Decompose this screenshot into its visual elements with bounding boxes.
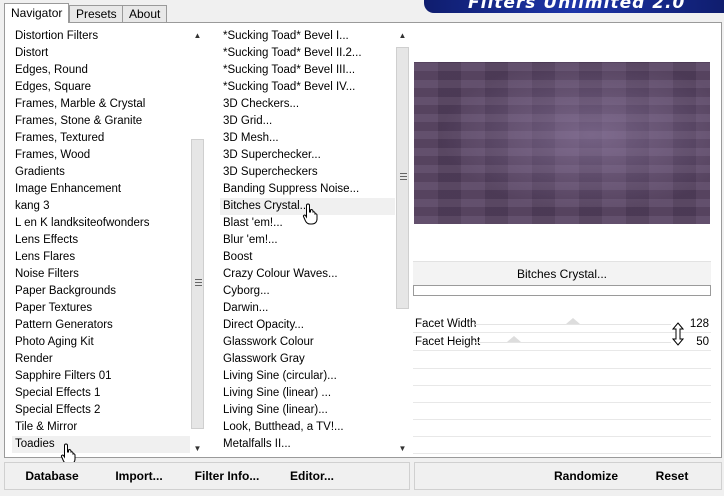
filter-list-item[interactable]: Living Sine (linear) ... (220, 385, 395, 402)
filter-list-item[interactable]: 3D Grid... (220, 113, 395, 130)
category-list-item[interactable]: Image Enhancement (12, 181, 192, 198)
database-button[interactable]: Database (17, 463, 87, 489)
scroll-down-icon[interactable]: ▼ (190, 442, 205, 455)
category-list-item[interactable]: Frames, Textured (12, 130, 192, 147)
filter-list-item[interactable]: Banding Suppress Noise... (220, 181, 395, 198)
filter-list-item[interactable]: Cyborg... (220, 283, 395, 300)
param-label: Facet Height (415, 336, 481, 348)
param-value: 50 (696, 336, 709, 348)
param-empty-row (413, 403, 711, 420)
filter-list-item[interactable]: *Sucking Toad* Bevel II.2... (220, 45, 395, 62)
param-facet-width[interactable]: Facet Width 128 (413, 316, 711, 333)
filter-scroll-thumb[interactable] (396, 47, 409, 309)
filter-list-item[interactable]: Crazy Colour Waves... (220, 266, 395, 283)
category-list-item[interactable]: L en K landksiteofwonders (12, 215, 192, 232)
button-bar: Database Import... Filter Info... Editor… (4, 459, 722, 494)
filter-list-item[interactable]: Glasswork Gray (220, 351, 395, 368)
app-banner: Filters Unlimited 2.0 (424, 0, 724, 13)
category-list-item[interactable]: Toadies (12, 436, 192, 453)
category-list-item[interactable]: Lens Effects (12, 232, 192, 249)
param-empty-row (413, 369, 711, 386)
category-list-item[interactable]: Tile & Mirror (12, 419, 192, 436)
category-list-item[interactable]: Edges, Round (12, 62, 192, 79)
import-button[interactable]: Import... (109, 463, 169, 489)
category-list-item[interactable]: Frames, Wood (12, 147, 192, 164)
category-list-item[interactable]: Gradients (12, 164, 192, 181)
tab-presets[interactable]: Presets (69, 5, 124, 22)
scroll-up-icon[interactable]: ▲ (190, 29, 205, 42)
param-slider-track[interactable] (475, 336, 671, 343)
progress-bar (413, 285, 711, 296)
filter-list-item[interactable]: 3D Superchecker... (220, 147, 395, 164)
filter-scrollbar[interactable]: ▲ ▼ (395, 27, 410, 457)
filter-list-item[interactable]: *Sucking Toad* Bevel IV... (220, 79, 395, 96)
filter-list: *Sucking Toad* Bevel I... *Sucking Toad* … (220, 28, 395, 453)
param-slider-thumb[interactable] (566, 318, 580, 324)
filter-list-item[interactable]: Look, Butthead, a TV!... (220, 419, 395, 436)
tab-navigator[interactable]: Navigator (4, 3, 70, 23)
category-list-item[interactable]: Render (12, 351, 192, 368)
category-list-item[interactable]: Paper Textures (12, 300, 192, 317)
filter-list-item[interactable]: Boost (220, 249, 395, 266)
category-scrollbar[interactable]: ▲ ▼ (190, 27, 205, 457)
param-slider-track[interactable] (475, 318, 671, 325)
tab-about[interactable]: About (122, 5, 168, 22)
filter-list-item[interactable]: Living Sine (circular)... (220, 368, 395, 385)
category-list-item[interactable]: Frames, Stone & Granite (12, 113, 192, 130)
category-list-item[interactable]: Special Effects 2 (12, 402, 192, 419)
filter-list-item[interactable]: Metalfalls II... (220, 436, 395, 453)
param-facet-height[interactable]: Facet Height 50 (413, 334, 711, 351)
filter-list-item[interactable]: Darwin... (220, 300, 395, 317)
category-list-item[interactable]: Paper Backgrounds (12, 283, 192, 300)
randomize-button[interactable]: Randomize (551, 463, 621, 489)
filter-info-button[interactable]: Filter Info... (188, 463, 266, 489)
category-list-item[interactable]: Distortion Filters (12, 28, 192, 45)
progress-fill (414, 286, 710, 295)
filter-list-item[interactable]: Blur 'em!... (220, 232, 395, 249)
filter-list-item[interactable]: Living Sine (linear)... (220, 402, 395, 419)
category-list: Distortion Filters Distort Edges, Round Edg… (12, 28, 192, 453)
category-list-item[interactable]: Edges, Square (12, 79, 192, 96)
param-empty-row (413, 437, 711, 454)
filter-list-item[interactable]: 3D Mesh... (220, 130, 395, 147)
editor-button[interactable]: Editor... (287, 463, 337, 489)
param-empty-row (413, 386, 711, 403)
banner-title: Filters Unlimited 2.0 (468, 0, 686, 13)
category-scroll-thumb[interactable] (191, 139, 204, 429)
param-value: 128 (689, 318, 709, 330)
hand-pointer-icon (302, 203, 320, 227)
filter-list-item[interactable]: *Sucking Toad* Bevel III... (220, 62, 395, 79)
param-empty-row (413, 352, 711, 369)
category-list-item[interactable]: Special Effects 1 (12, 385, 192, 402)
filter-list-item[interactable]: 3D Supercheckers (220, 164, 395, 181)
category-list-item[interactable]: Frames, Marble & Crystal (12, 96, 192, 113)
reset-button[interactable]: Reset (647, 463, 697, 489)
category-list-item[interactable]: Noise Filters (12, 266, 192, 283)
category-list-item[interactable]: Distort (12, 45, 192, 62)
scroll-up-icon[interactable]: ▲ (395, 29, 410, 42)
right-button-group: Randomize Reset (414, 462, 722, 490)
category-list-item[interactable]: kang 3 (12, 198, 192, 215)
param-slider-thumb[interactable] (507, 336, 522, 342)
filter-list-item[interactable]: Direct Opacity... (220, 317, 395, 334)
category-list-item[interactable]: Lens Flares (12, 249, 192, 266)
filter-name-label: Bitches Crystal... (413, 261, 711, 286)
scroll-down-icon[interactable]: ▼ (395, 442, 410, 455)
category-list-item[interactable]: Photo Aging Kit (12, 334, 192, 351)
category-list-item[interactable]: Sapphire Filters 01 (12, 368, 192, 385)
param-label: Facet Width (415, 318, 477, 330)
filter-list-item[interactable]: 3D Checkers... (220, 96, 395, 113)
vertical-resize-icon (671, 322, 685, 348)
category-list-item[interactable]: Pattern Generators (12, 317, 192, 334)
filter-list-item[interactable]: *Sucking Toad* Bevel I... (220, 28, 395, 45)
left-button-group: Database Import... Filter Info... Editor… (4, 462, 410, 490)
param-empty-row (413, 420, 711, 437)
preview-image (414, 62, 710, 224)
filter-list-item[interactable]: Glasswork Colour (220, 334, 395, 351)
